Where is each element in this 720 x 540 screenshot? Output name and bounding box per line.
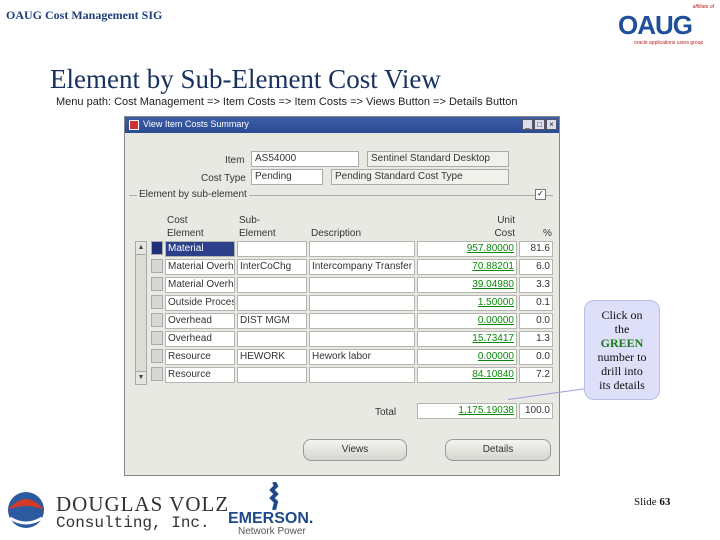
dv-company-sub: Consulting, Inc. [56, 514, 210, 532]
sub-element-cell[interactable] [237, 277, 307, 293]
cost-element-cell[interactable]: Resource [165, 349, 235, 365]
cost-type-label: Cost Type [201, 173, 246, 184]
group-checkbox[interactable]: ✓ [535, 189, 546, 200]
row-indicator[interactable] [151, 331, 163, 345]
row-indicator[interactable] [151, 367, 163, 381]
sub-element-cell[interactable]: DIST MGM [237, 313, 307, 329]
pct-cell: 0.1 [519, 295, 553, 311]
description-cell[interactable] [309, 367, 415, 383]
cost-element-cell[interactable]: Material Overhe [165, 259, 235, 275]
window-icon [129, 120, 139, 130]
unit-cost-link[interactable]: 1.50000 [417, 295, 517, 311]
description-cell[interactable]: Intercompany Transfer C [309, 259, 415, 275]
row-indicator[interactable] [151, 241, 163, 255]
pct-cell: 0.0 [519, 313, 553, 329]
description-cell[interactable] [309, 295, 415, 311]
unit-cost-link[interactable]: 39.04980 [417, 277, 517, 293]
unit-cost-link[interactable]: 0.00000 [417, 349, 517, 365]
oaug-wordmark: OAUG [618, 10, 693, 40]
cost-type-description-field[interactable]: Pending Standard Cost Type [331, 169, 509, 185]
menu-path: Menu path: Cost Management => Item Costs… [56, 96, 518, 108]
unit-cost-link[interactable]: 0.00000 [417, 313, 517, 329]
scroll-up-icon[interactable]: ▲ [136, 242, 146, 255]
scroll-down-icon[interactable]: ▼ [136, 371, 146, 384]
sub-element-cell[interactable] [237, 367, 307, 383]
row-indicator[interactable] [151, 349, 163, 363]
item-label: Item [225, 155, 245, 166]
details-button[interactable]: Details [445, 439, 551, 461]
sig-header: OAUG Cost Management SIG [6, 8, 163, 22]
total-cost-value[interactable]: 1,175.19038 [417, 403, 517, 419]
close-icon[interactable]: × [546, 119, 557, 130]
douglas-volz-logo: DOUGLAS VOLZ Consulting, Inc. [4, 488, 228, 536]
emerson-subtitle: Network Power [238, 526, 306, 537]
total-pct-value: 100.0 [519, 403, 553, 419]
col-header-pct: % [543, 228, 552, 239]
emerson-logo: EMERSON. Network Power [226, 482, 336, 538]
pct-cell: 0.0 [519, 349, 553, 365]
description-cell[interactable]: Hework labor [309, 349, 415, 365]
sub-element-cell[interactable] [237, 331, 307, 347]
cost-element-cell[interactable]: Resource [165, 367, 235, 383]
unit-cost-link[interactable]: 84.10840 [417, 367, 517, 383]
row-indicator[interactable] [151, 313, 163, 327]
window-title: View Item Costs Summary [143, 119, 249, 129]
douglas-volz-mark-icon [8, 492, 44, 528]
cost-element-cell[interactable]: Outside Process [165, 295, 235, 311]
pct-cell: 6.0 [519, 259, 553, 275]
description-cell[interactable] [309, 331, 415, 347]
description-cell[interactable] [309, 241, 415, 257]
cost-element-cell[interactable]: Overhead [165, 313, 235, 329]
col-header-description: Description [311, 228, 362, 239]
col-header-cost-element: Cost Element [167, 215, 204, 239]
sub-element-cell[interactable]: InterCoChg [237, 259, 307, 275]
sub-element-cell[interactable]: HEWORK [237, 349, 307, 365]
col-header-sub-element: Sub- Element [239, 215, 276, 239]
unit-cost-link[interactable]: 70.88201 [417, 259, 517, 275]
description-cell[interactable] [309, 277, 415, 293]
vertical-scrollbar[interactable]: ▲ ▼ [135, 241, 147, 385]
unit-cost-link[interactable]: 15.73417 [417, 331, 517, 347]
pct-cell: 7.2 [519, 367, 553, 383]
item-description-field[interactable]: Sentinel Standard Desktop [367, 151, 509, 167]
row-indicator[interactable] [151, 259, 163, 273]
oaug-logo: affiliate of OAUG oracle applications us… [614, 4, 714, 50]
slide-number: Slide 63 [634, 496, 671, 508]
instruction-callout: Click on the GREEN number to drill into … [584, 300, 660, 400]
unit-cost-link[interactable]: 957.80000 [417, 241, 517, 257]
row-indicator[interactable] [151, 295, 163, 309]
views-button[interactable]: Views [303, 439, 407, 461]
window-titlebar[interactable]: View Item Costs Summary _ □ × [125, 117, 559, 133]
slide-title: Element by Sub-Element Cost View [50, 64, 441, 94]
sub-element-cell[interactable] [237, 241, 307, 257]
emerson-mark-icon [269, 482, 279, 510]
oaug-tagline: oracle applications users group [634, 40, 704, 46]
row-indicator[interactable] [151, 277, 163, 291]
item-costs-window: View Item Costs Summary _ □ × Item AS540… [124, 116, 560, 476]
minimize-icon[interactable]: _ [522, 119, 533, 130]
pct-cell: 1.3 [519, 331, 553, 347]
pct-cell: 3.3 [519, 277, 553, 293]
maximize-icon[interactable]: □ [534, 119, 545, 130]
total-label: Total [375, 407, 397, 418]
item-field[interactable]: AS54000 [251, 151, 359, 167]
sub-element-cell[interactable] [237, 295, 307, 311]
group-label: Element by sub-element [137, 189, 249, 200]
col-header-unit-cost: Unit Cost [494, 215, 515, 239]
pct-cell: 81.6 [519, 241, 553, 257]
cost-element-cell[interactable]: Material [165, 241, 235, 257]
cost-type-field[interactable]: Pending [251, 169, 323, 185]
cost-element-cell[interactable]: Overhead [165, 331, 235, 347]
cost-element-cell[interactable]: Material Overhe [165, 277, 235, 293]
description-cell[interactable] [309, 313, 415, 329]
oaug-affiliate-text: affiliate of [692, 4, 714, 10]
